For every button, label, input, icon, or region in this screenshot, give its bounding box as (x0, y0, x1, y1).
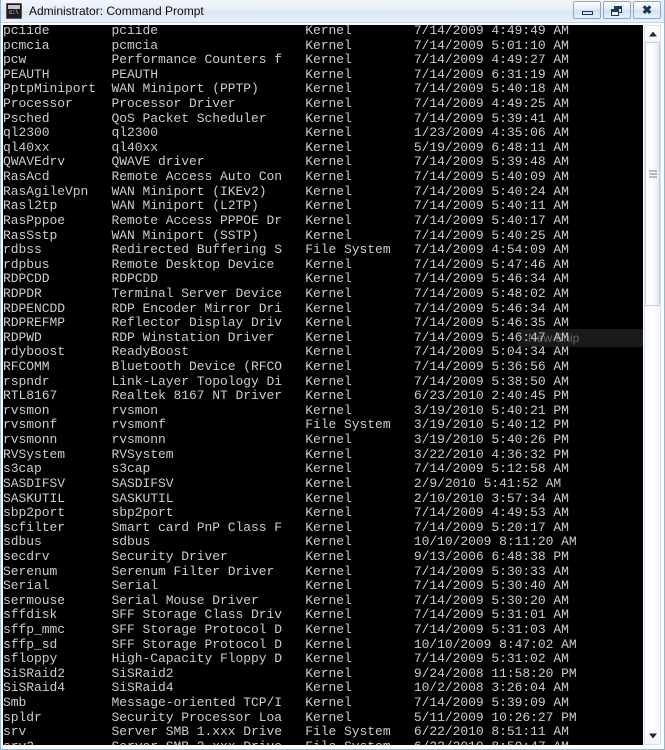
console-line: sffp_sd SFF Storage Protocol D Kernel 10… (3, 636, 577, 652)
scrollbar-grip-icon (648, 170, 657, 178)
restore-icon (604, 2, 630, 18)
restore-button[interactable] (603, 1, 631, 19)
console-line: RDPCDD RDPCDD Kernel 7/14/2009 5:46:34 A… (3, 271, 569, 287)
console-line: rdbss Redirected Buffering S File System… (3, 242, 569, 258)
console-line: SiSRaid2 SiSRaid2 Kernel 9/24/2008 11:58… (3, 665, 577, 681)
vertical-scrollbar[interactable] (644, 25, 661, 745)
console-line: RDPWD RDP Winstation Driver Kernel 7/14/… (3, 329, 569, 345)
console-line: RTL8167 Realtek 8167 NT Driver Kernel 6/… (3, 388, 569, 404)
console-line: rvsmonf rvsmonf File System 3/19/2010 5:… (3, 417, 569, 433)
minimize-button[interactable] (573, 1, 601, 19)
title-bar[interactable]: Administrator: Command Prompt ✖ (1, 0, 664, 23)
console-line: rvsmon rvsmon Kernel 3/19/2010 5:40:21 P… (3, 402, 569, 418)
console-line: sbp2port sbp2port Kernel 7/14/2009 4:49:… (3, 505, 569, 521)
console-line: ql2300 ql2300 Kernel 1/23/2009 4:35:06 A… (3, 125, 569, 141)
command-prompt-window: Administrator: Command Prompt ✖ pciide p… (0, 0, 665, 750)
console-line: PEAUTH PEAUTH Kernel 7/14/2009 6:31:19 A… (3, 66, 569, 82)
console-line: rdyboost ReadyBoost Kernel 7/14/2009 5:0… (3, 344, 569, 360)
console-line: sfloppy High-Capacity Floppy D Kernel 7/… (3, 651, 569, 667)
console-line: RDPENCDD RDP Encoder Mirror Dri Kernel 7… (3, 300, 569, 316)
console-line: rvsmonn rvsmonn Kernel 3/19/2010 5:40:26… (3, 432, 569, 448)
console-line: ql40xx ql40xx Kernel 5/19/2009 6:48:11 A… (3, 139, 569, 155)
console-line: spldr Security Processor Loa Kernel 5/11… (3, 709, 577, 725)
console-line: sermouse Serial Mouse Driver Kernel 7/14… (3, 592, 569, 608)
console-line: RFCOMM Bluetooth Device (RFCO Kernel 7/1… (3, 359, 569, 375)
scroll-down-arrow-icon (648, 733, 657, 739)
console-line: SiSRaid4 SiSRaid4 Kernel 10/2/2008 3:26:… (3, 680, 569, 696)
scrollbar-thumb[interactable] (645, 42, 660, 306)
console-line: rdpbus Remote Desktop Device Kernel 7/14… (3, 256, 569, 272)
console-line: Psched QoS Packet Scheduler Kernel 7/14/… (3, 110, 569, 126)
console-line: RasAcd Remote Access Auto Con Kernel 7/1… (3, 169, 569, 185)
console-line: Serenum Serenum Filter Driver Kernel 7/1… (3, 563, 569, 579)
console-line-list: pciide pciide Kernel 7/14/2009 4:49:49 A… (3, 25, 643, 745)
console-line: scfilter Smart card PnP Class F Kernel 7… (3, 519, 569, 535)
console-line: sdbus sdbus Kernel 10/10/2009 8:11:20 AM (3, 534, 577, 550)
console-line: RasAgileVpn WAN Miniport (IKEv2) Kernel … (3, 183, 569, 199)
console-line: Serial Serial Kernel 7/14/2009 5:30:40 A… (3, 578, 569, 594)
console-line: pcmcia pcmcia Kernel 7/14/2009 5:01:10 A… (3, 37, 569, 53)
console-line: srv2 Server SMB 2.xxx Drive File System … (3, 739, 643, 745)
console-line: sffdisk SFF Storage Class Driv Kernel 7/… (3, 607, 569, 623)
console-line: sffp_mmc SFF Storage Protocol D Kernel 7… (3, 621, 569, 637)
scrollbar-track[interactable] (645, 42, 660, 728)
window-client-area: pciide pciide Kernel 7/14/2009 4:49:49 A… (1, 23, 664, 749)
console-line: SASDIFSV SASDIFSV Kernel 2/9/2010 5:41:5… (3, 475, 562, 491)
console-line: RasPppoe Remote Access PPPOE Dr Kernel 7… (3, 212, 569, 228)
console-line: s3cap s3cap Kernel 7/14/2009 5:12:58 AM (3, 461, 569, 477)
console-line: pciide pciide Kernel 7/14/2009 4:49:49 A… (3, 25, 569, 38)
console-line: SASKUTIL SASKUTIL Kernel 2/10/2010 3:57:… (3, 490, 569, 506)
console-line: srv Server SMB 1.xxx Drive File System 6… (3, 724, 569, 740)
scroll-up-arrow-icon (648, 31, 657, 37)
window-controls: ✖ (573, 1, 661, 19)
close-icon: ✖ (641, 3, 653, 17)
console-line: RVSystem RVSystem Kernel 3/22/2010 4:36:… (3, 446, 569, 462)
console-line: Rasl2tp WAN Miniport (L2TP) Kernel 7/14/… (3, 198, 569, 214)
console-line: RasSstp WAN Miniport (SSTP) Kernel 7/14/… (3, 227, 569, 243)
console-line: PptpMiniport WAN Miniport (PPTP) Kernel … (3, 81, 569, 97)
console-line: RDPREFMP Reflector Display Driv Kernel 7… (3, 315, 569, 331)
console-line: QWAVEdrv QWAVE driver Kernel 7/14/2009 5… (3, 154, 569, 170)
scroll-up-button[interactable] (645, 26, 660, 42)
console-line: rspndr Link-Layer Topology Di Kernel 7/1… (3, 373, 569, 389)
minimize-icon (574, 2, 600, 18)
console-line: pcw Performance Counters f Kernel 7/14/2… (3, 52, 569, 68)
console-line: secdrv Security Driver Kernel 9/13/2006 … (3, 548, 569, 564)
console-line: Smb Message-oriented TCP/I Kernel 7/14/2… (3, 695, 569, 711)
console-line: RDPDR Terminal Server Device Kernel 7/14… (3, 285, 569, 301)
window-title: Administrator: Command Prompt (29, 4, 204, 18)
console-icon[interactable] (6, 3, 22, 19)
console-line: Processor Processor Driver Kernel 7/14/2… (3, 96, 569, 112)
console-output[interactable]: pciide pciide Kernel 7/14/2009 4:49:49 A… (3, 25, 643, 745)
close-button[interactable]: ✖ (633, 1, 661, 19)
scroll-down-button[interactable] (645, 728, 660, 744)
